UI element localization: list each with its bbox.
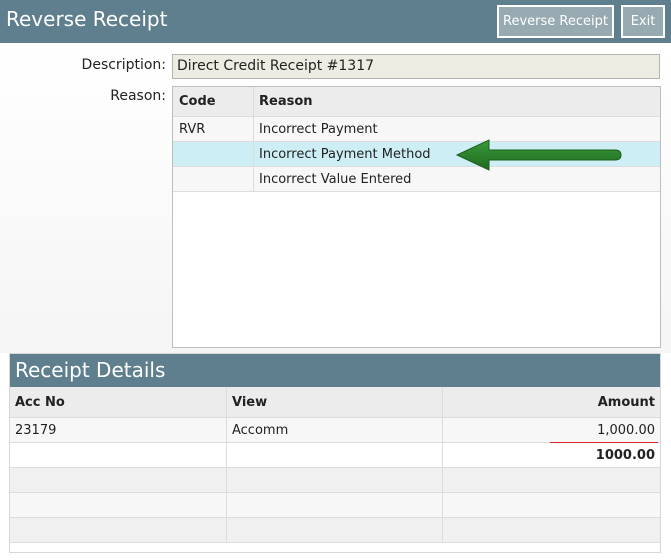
empty-cell	[10, 493, 227, 517]
empty-cell	[10, 468, 227, 492]
amount-cell: 1,000.00	[597, 422, 655, 438]
acc-no-cell: 23179	[10, 418, 227, 442]
page-title: Reverse Receipt	[6, 7, 168, 31]
column-header-view[interactable]: View	[227, 387, 443, 417]
description-field[interactable]: Direct Credit Receipt #1317	[172, 54, 660, 79]
reason-code-cell: RVR	[173, 117, 254, 141]
reason-grid: Code Reason RVR Incorrect Payment Incorr…	[172, 86, 661, 348]
empty-cell	[443, 518, 660, 542]
total-row: 1000.00	[10, 443, 660, 468]
table-row	[10, 518, 660, 543]
empty-cell	[227, 468, 443, 492]
empty-cell	[443, 493, 660, 517]
empty-cell	[10, 518, 227, 542]
reason-label: Reason:	[110, 88, 166, 104]
column-header-acc-no[interactable]: Acc No	[10, 387, 227, 417]
description-label: Description:	[81, 57, 166, 73]
table-row	[10, 493, 660, 518]
title-bar: Reverse Receipt Reverse Receipt Exit	[0, 0, 671, 43]
receipt-details-header: Acc No View Amount	[10, 387, 660, 418]
exit-button[interactable]: Exit	[621, 5, 665, 38]
empty-cell	[227, 443, 443, 467]
column-header-code[interactable]: Code	[173, 87, 254, 116]
empty-cell	[10, 443, 227, 467]
total-amount: 1000.00	[595, 447, 655, 463]
reverse-receipt-button[interactable]: Reverse Receipt	[497, 5, 614, 38]
view-cell: Accomm	[227, 418, 443, 442]
reason-grid-header: Code Reason	[173, 87, 660, 117]
empty-cell	[227, 518, 443, 542]
receipt-details-title: Receipt Details	[10, 354, 660, 387]
column-header-amount[interactable]: Amount	[443, 387, 660, 417]
table-row	[10, 468, 660, 493]
empty-cell	[227, 493, 443, 517]
receipt-details-section: Receipt Details Acc No View Amount 23179…	[9, 353, 661, 553]
table-row[interactable]: 23179 Accomm 1,000.00	[10, 418, 660, 444]
empty-cell	[443, 468, 660, 492]
reason-code-cell	[173, 167, 254, 191]
green-arrow-icon	[455, 139, 622, 171]
column-header-reason[interactable]: Reason	[254, 87, 660, 116]
reason-code-cell	[173, 142, 254, 166]
